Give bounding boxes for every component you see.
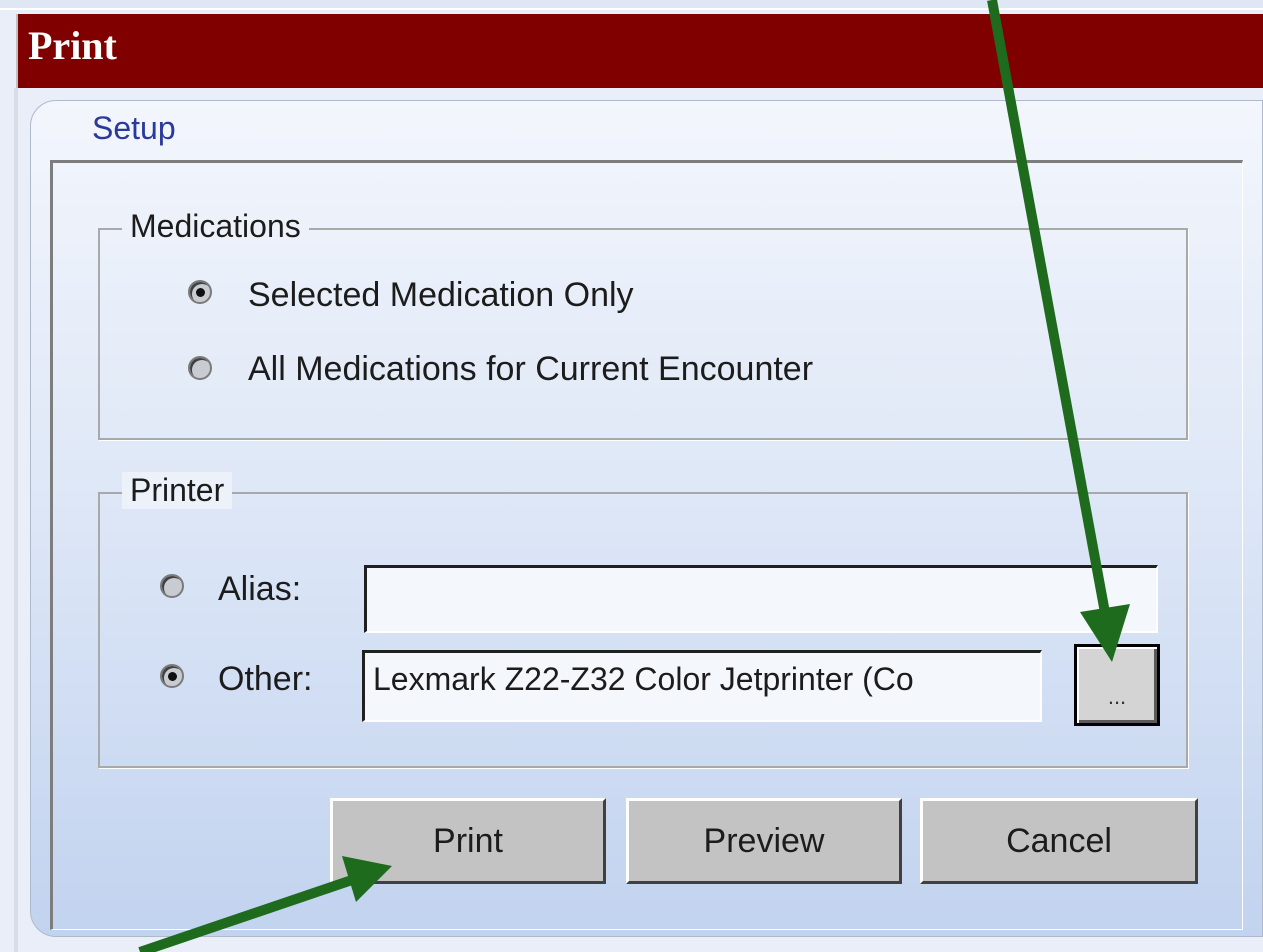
- annotation-arrows: [138, 0, 1130, 952]
- annotation-arrow-print: [138, 856, 392, 952]
- annotation-arrow-browse: [987, 0, 1130, 662]
